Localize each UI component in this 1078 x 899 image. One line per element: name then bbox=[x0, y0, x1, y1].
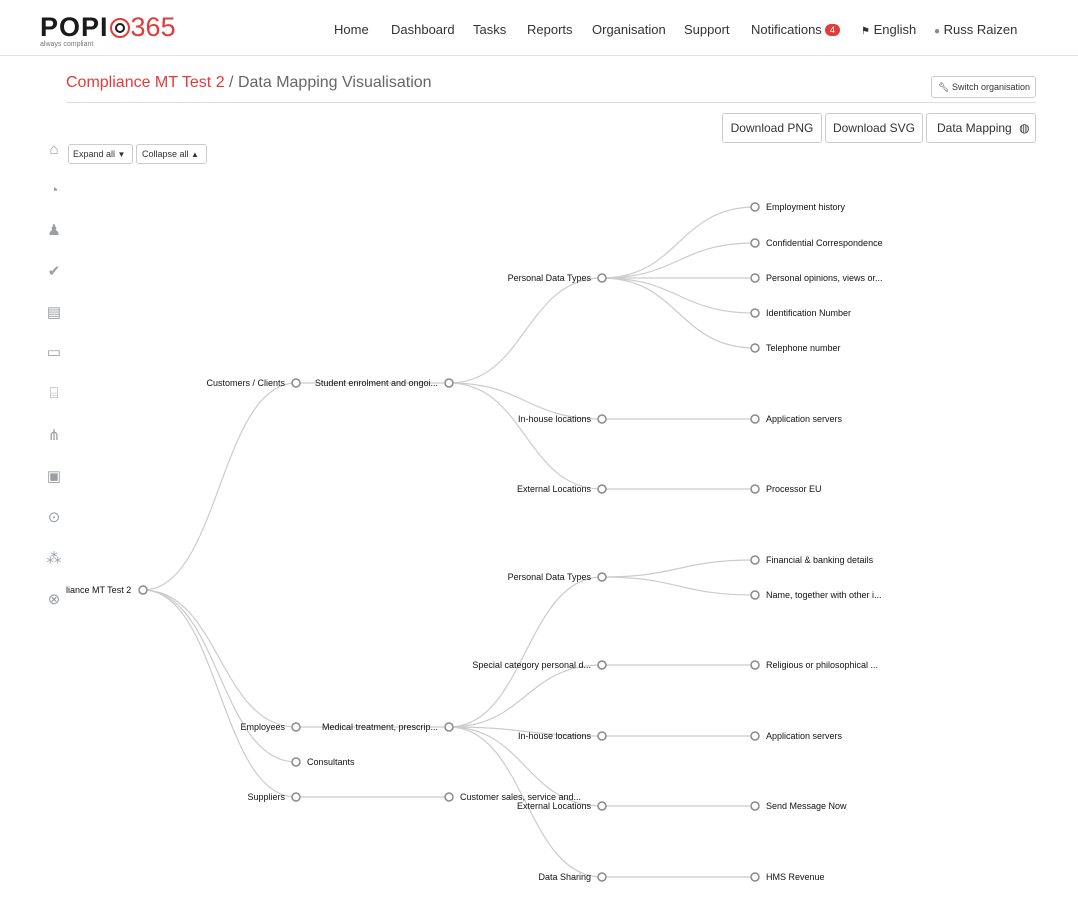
tree-level4-label: Application servers bbox=[766, 414, 843, 424]
tree-level4-label: Confidential Correspondence bbox=[766, 238, 883, 248]
tree-links bbox=[142, 206, 756, 878]
tree-level4-node[interactable] bbox=[750, 555, 760, 565]
tree-level4-label: Identification Number bbox=[766, 308, 851, 318]
tree-root-label: liance MT Test 2 bbox=[66, 585, 131, 595]
tree-level1-node[interactable] bbox=[291, 722, 301, 732]
tree-level4-node[interactable] bbox=[750, 202, 760, 212]
tree-level2-node[interactable] bbox=[444, 792, 454, 802]
tree-level4-node[interactable] bbox=[750, 343, 760, 353]
tree-level4-node[interactable] bbox=[750, 273, 760, 283]
tree-level3-label: In-house locations bbox=[518, 414, 592, 424]
tree-link bbox=[601, 206, 756, 279]
tree-level2-label: Medical treatment, prescrip... bbox=[322, 722, 438, 732]
tree-level4-node[interactable] bbox=[750, 801, 760, 811]
tree-level2-label: Student enrolment and ongoi... bbox=[315, 378, 438, 388]
tree-level4-node[interactable] bbox=[750, 590, 760, 600]
tree-level3-label: External Locations bbox=[517, 801, 592, 811]
tree-level2-node[interactable] bbox=[444, 722, 454, 732]
tree-link bbox=[142, 589, 297, 798]
tree-level4-node[interactable] bbox=[750, 414, 760, 424]
tree-level3-label: Personal Data Types bbox=[508, 273, 592, 283]
tree-level3-node[interactable] bbox=[597, 872, 607, 882]
tree-level1-label: Employees bbox=[240, 722, 285, 732]
tree-link bbox=[142, 589, 297, 728]
tree-level4-label: Send Message Now bbox=[766, 801, 847, 811]
tree-level1-node[interactable] bbox=[291, 378, 301, 388]
tree-level1-label: Customers / Clients bbox=[206, 378, 285, 388]
tree-link bbox=[448, 576, 603, 728]
tree-link bbox=[601, 576, 756, 596]
tree-level4-label: Name, together with other i... bbox=[766, 590, 882, 600]
tree-level3-node[interactable] bbox=[597, 801, 607, 811]
tree-root-node[interactable] bbox=[138, 585, 148, 595]
tree-level4-label: Employment history bbox=[766, 202, 846, 212]
tree-link bbox=[142, 589, 297, 763]
tree-level1-node[interactable] bbox=[291, 792, 301, 802]
tree-level3-label: Personal Data Types bbox=[508, 572, 592, 582]
tree-link bbox=[448, 664, 603, 728]
tree-level4-node[interactable] bbox=[750, 660, 760, 670]
tree-level4-node[interactable] bbox=[750, 731, 760, 741]
tree-level4-node[interactable] bbox=[750, 872, 760, 882]
tree-level1-label: Suppliers bbox=[247, 792, 285, 802]
tree-link bbox=[142, 382, 297, 591]
tree-level3-node[interactable] bbox=[597, 414, 607, 424]
tree-level4-label: Personal opinions, views or... bbox=[766, 273, 883, 283]
tree-link bbox=[448, 382, 603, 490]
tree-level1-node[interactable] bbox=[291, 757, 301, 767]
tree-level4-label: Telephone number bbox=[766, 343, 841, 353]
tree-level3-node[interactable] bbox=[597, 572, 607, 582]
tree-level4-node[interactable] bbox=[750, 238, 760, 248]
tree-level3-label: In-house locations bbox=[518, 731, 592, 741]
tree-level4-label: Processor EU bbox=[766, 484, 822, 494]
tree-level4-node[interactable] bbox=[750, 484, 760, 494]
tree-level2-node[interactable] bbox=[444, 378, 454, 388]
tree-link bbox=[448, 277, 603, 384]
tree-level4-label: Application servers bbox=[766, 731, 843, 741]
tree-level3-node[interactable] bbox=[597, 484, 607, 494]
tree-level4-label: HMS Revenue bbox=[766, 872, 825, 882]
tree-level3-label: Data Sharing bbox=[538, 872, 591, 882]
tree-link bbox=[601, 559, 756, 578]
tree-level3-node[interactable] bbox=[597, 660, 607, 670]
tree-level3-label: Special category personal d... bbox=[472, 660, 591, 670]
tree-level3-label: External Locations bbox=[517, 484, 592, 494]
tree-link bbox=[601, 277, 756, 349]
tree-level3-node[interactable] bbox=[597, 731, 607, 741]
tree-link bbox=[601, 277, 756, 314]
tree-level3-node[interactable] bbox=[597, 273, 607, 283]
data-mapping-tree: liance MT Test 2 Customers / Clients Emplo… bbox=[66, 202, 883, 882]
tree-level1-label: Consultants bbox=[307, 757, 355, 767]
tree-level4-node[interactable] bbox=[750, 308, 760, 318]
tree-link bbox=[601, 242, 756, 279]
tree-level4-label: Financial & banking details bbox=[766, 555, 874, 565]
tree-level4-label: Religious or philosophical ... bbox=[766, 660, 878, 670]
